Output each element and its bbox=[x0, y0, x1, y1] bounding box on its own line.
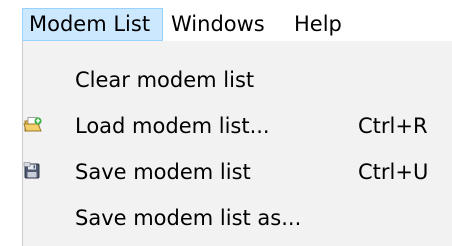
menu-item-shortcut: Ctrl+U bbox=[358, 160, 429, 184]
menu-help[interactable]: Help bbox=[287, 8, 353, 41]
menu-windows[interactable]: Windows bbox=[164, 8, 286, 41]
menu-item-label: Save modem list bbox=[75, 160, 251, 184]
menu-item-clear-modem-list[interactable]: Clear modem list bbox=[23, 58, 452, 102]
menu-item-save-modem-list-as[interactable]: Save modem list as... bbox=[23, 196, 452, 240]
floppy-disk-icon bbox=[23, 161, 43, 181]
menu-item-shortcut: Ctrl+R bbox=[358, 114, 428, 138]
folder-open-icon bbox=[23, 115, 43, 135]
menu-modem-list[interactable]: Modem List bbox=[22, 8, 163, 41]
menu-item-label: Save modem list as... bbox=[75, 206, 302, 230]
menu-bar: Modem List Windows Help bbox=[0, 0, 452, 42]
menu-item-load-modem-list[interactable]: Load modem list... Ctrl+R bbox=[23, 104, 452, 148]
menu-item-label: Clear modem list bbox=[75, 68, 255, 92]
modem-list-dropdown: Clear modem list Load modem list... Ctrl… bbox=[22, 41, 452, 246]
menu-item-save-modem-list[interactable]: Save modem list Ctrl+U bbox=[23, 150, 452, 194]
menu-item-label: Load modem list... bbox=[75, 114, 270, 138]
